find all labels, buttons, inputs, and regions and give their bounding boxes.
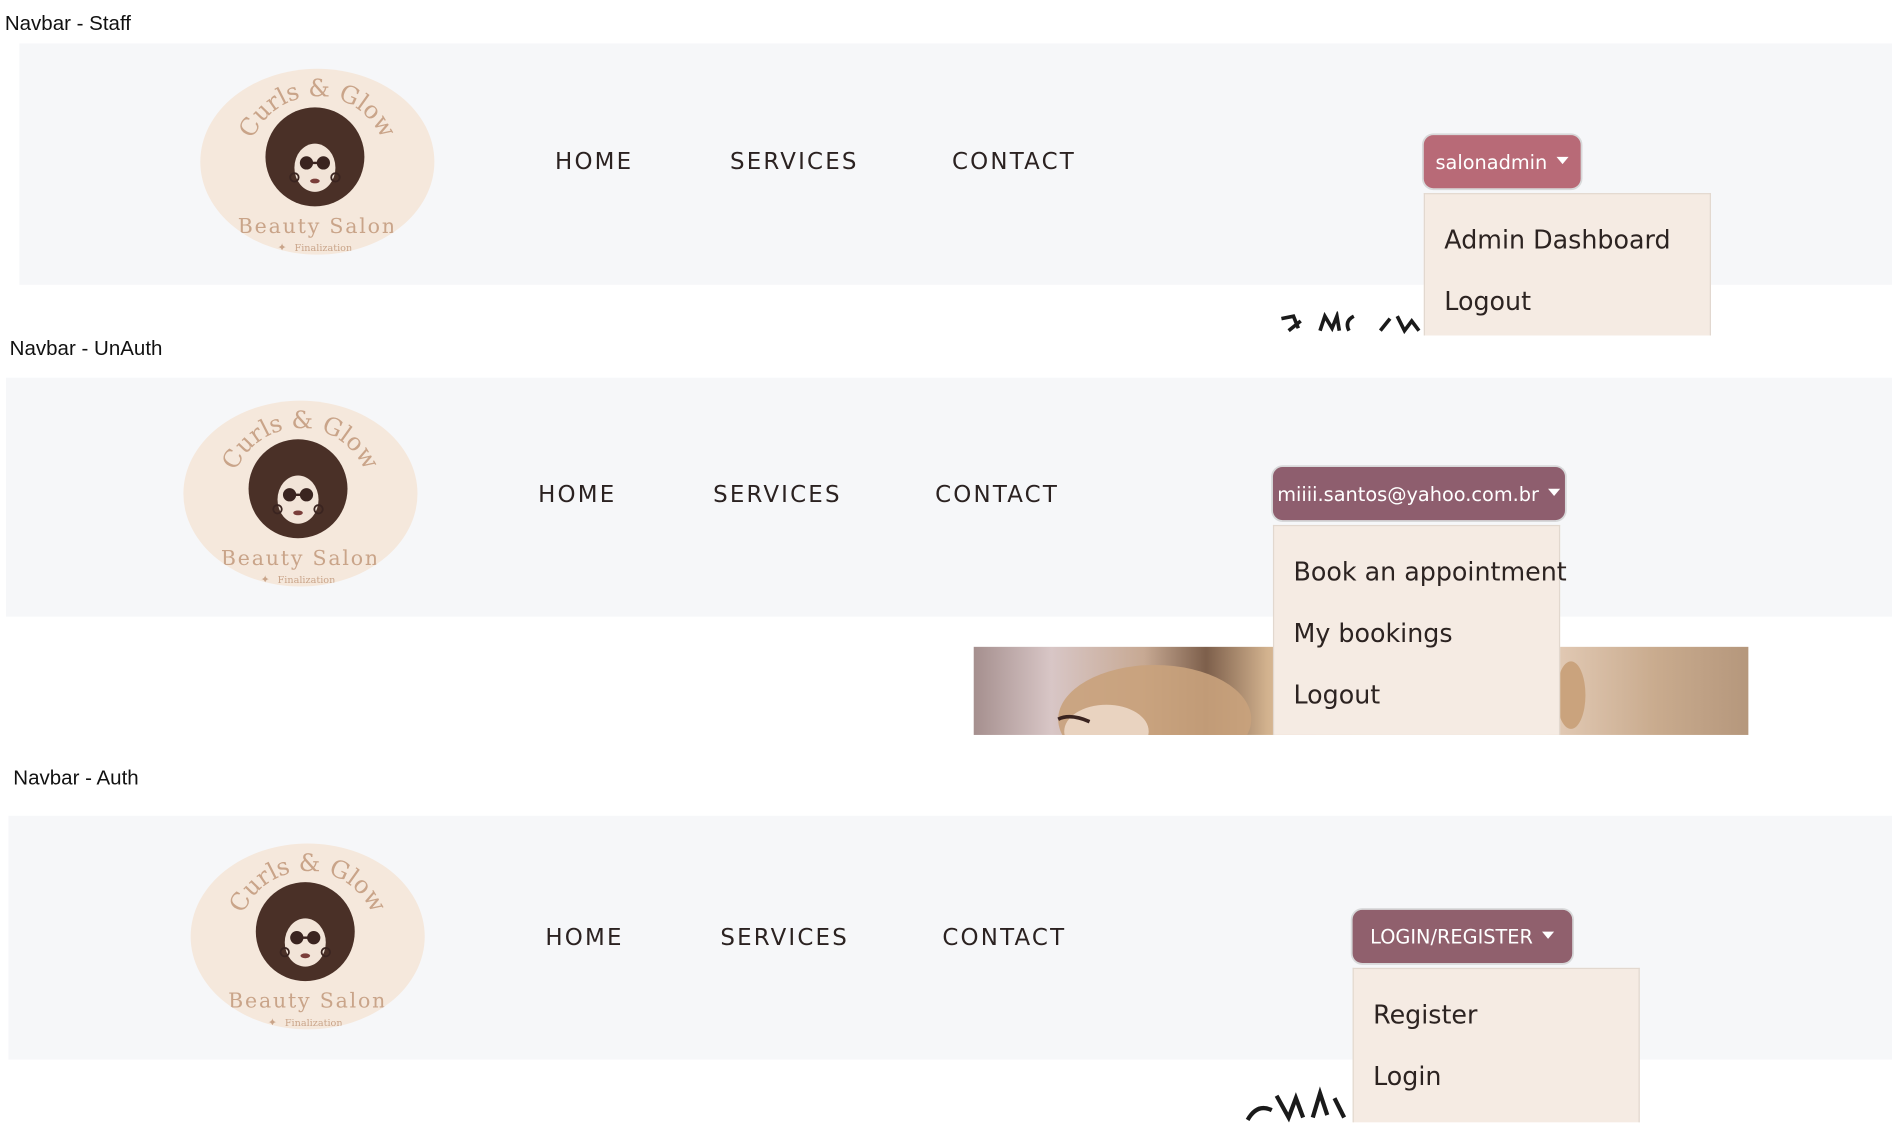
canvas: Navbar - Staff Curls & Glow Beauty Salon	[0, 0, 1892, 1132]
nav-link-contact[interactable]: CONTACT	[935, 482, 1059, 509]
nav-link-services[interactable]: SERVICES	[713, 482, 842, 509]
nav-link-contact[interactable]: CONTACT	[952, 148, 1076, 175]
logo-tagline: Finalization	[278, 575, 336, 586]
nav-link-services[interactable]: SERVICES	[730, 148, 859, 175]
nav-link-contact[interactable]: CONTACT	[942, 924, 1066, 951]
menu-item-logout[interactable]: Logout	[1274, 673, 1559, 735]
sparkle-icon: ✦	[268, 1016, 277, 1029]
dropdown-menu-staff: Admin Dashboard Logout	[1423, 193, 1711, 336]
menu-item-register[interactable]: Register	[1354, 993, 1639, 1055]
afro-woman-sunglasses-icon: Curls & Glow Beauty Salon Finalization ✦	[216, 406, 385, 586]
login-register-label: LOGIN/REGISTER	[1370, 925, 1533, 948]
user-dropdown-toggle[interactable]: salonadmin	[1423, 135, 1581, 189]
afro-woman-sunglasses-icon: Curls & Glow Beauty Salon Finalization ✦	[233, 74, 402, 254]
logo-tagline: Finalization	[295, 243, 353, 254]
dropdown-menu-auth: Register Login	[1352, 967, 1640, 1123]
menu-item-my-bookings[interactable]: My bookings	[1274, 612, 1559, 674]
afro-woman-sunglasses-icon: Curls & Glow Beauty Salon Finalization ✦	[223, 849, 392, 1029]
sparkle-icon: ✦	[261, 573, 270, 586]
caret-down-icon	[1556, 156, 1569, 165]
nav-link-home[interactable]: HOME	[545, 924, 623, 951]
logo-tagline: Finalization	[285, 1018, 343, 1029]
login-register-toggle[interactable]: LOGIN/REGISTER	[1352, 909, 1573, 964]
hero-image-fragment	[1281, 311, 1421, 335]
menu-item-book-appointment[interactable]: Book an appointment	[1274, 550, 1566, 612]
caret-down-icon	[1542, 931, 1555, 939]
nav-link-services[interactable]: SERVICES	[720, 924, 849, 951]
menu-item-admin-dashboard[interactable]: Admin Dashboard	[1425, 218, 1710, 280]
user-dropdown-toggle[interactable]: miiii.santos@yahoo.com.br	[1272, 467, 1565, 521]
section-label-auth: Navbar - Auth	[13, 766, 139, 790]
salon-logo[interactable]: Curls & Glow Beauty Salon Finalization ✦	[183, 400, 418, 587]
section-label-unauth: Navbar - UnAuth	[9, 336, 163, 360]
navbar-unauth: Curls & Glow Beauty Salon Finalization ✦…	[6, 377, 1892, 617]
logo-name: Beauty Salon	[238, 214, 397, 238]
menu-item-logout[interactable]: Logout	[1425, 280, 1710, 342]
nav-link-home[interactable]: HOME	[555, 148, 633, 175]
dropdown-menu-unauth: Book an appointment My bookings Logout	[1272, 524, 1567, 735]
username-label: salonadmin	[1435, 150, 1548, 174]
sparkle-icon: ✦	[278, 241, 287, 254]
logo-name: Beauty Salon	[228, 989, 387, 1013]
nav-link-home[interactable]: HOME	[538, 482, 616, 509]
salon-logo[interactable]: Curls & Glow Beauty Salon Finalization ✦	[190, 843, 425, 1030]
menu-item-login[interactable]: Login	[1354, 1055, 1639, 1117]
salon-logo[interactable]: Curls & Glow Beauty Salon Finalization ✦	[200, 68, 435, 255]
caret-down-icon	[1548, 488, 1561, 496]
logo-name: Beauty Salon	[221, 546, 380, 570]
user-email-label: miiii.santos@yahoo.com.br	[1277, 482, 1539, 506]
section-label-staff: Navbar - Staff	[4, 12, 132, 35]
page: Navbar - Staff Curls & Glow Beauty Salon	[0, 0, 1892, 1132]
